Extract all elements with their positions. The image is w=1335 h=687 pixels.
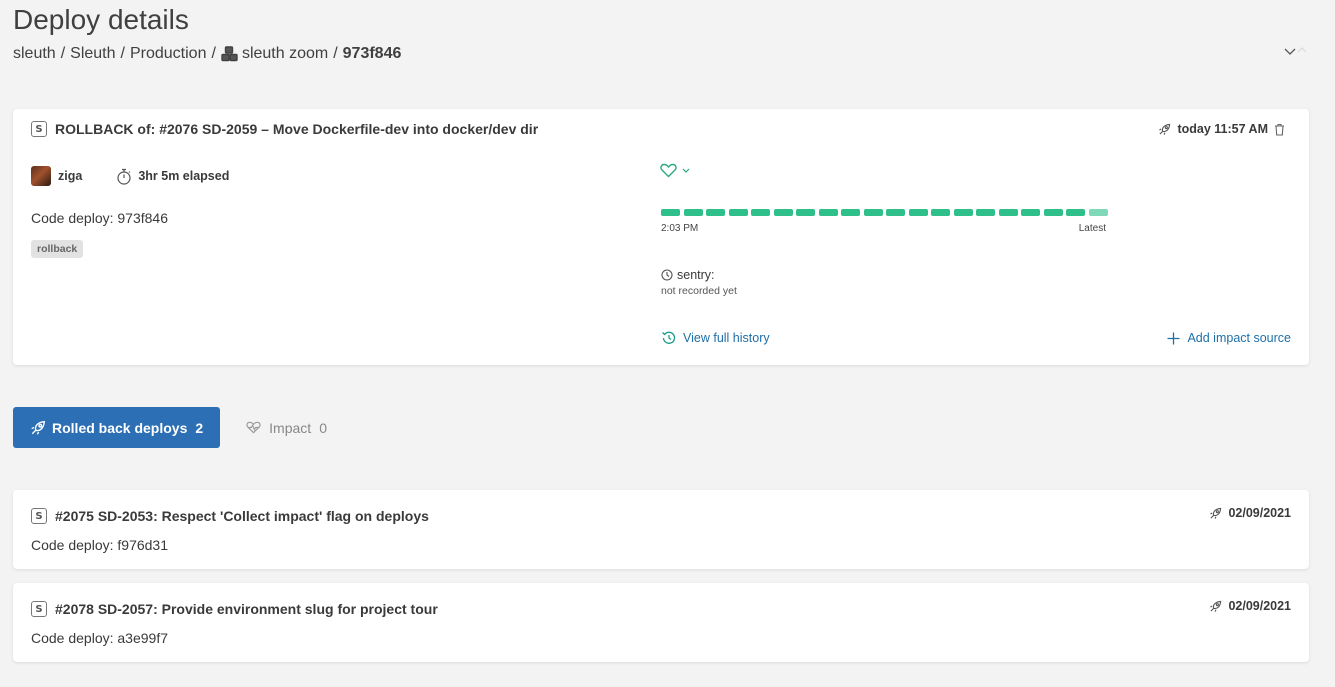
- breadcrumb-project[interactable]: Sleuth: [70, 45, 115, 63]
- source-badge: S: [31, 121, 47, 137]
- elapsed-label: 3hr 5m elapsed: [138, 169, 230, 183]
- stopwatch-icon: [117, 168, 131, 185]
- breadcrumb-component[interactable]: sleuth zoom: [242, 45, 328, 63]
- deploy-date: today 11:57 AM: [1177, 122, 1268, 136]
- tab-count: 2: [195, 419, 204, 436]
- breadcrumb-separator: /: [120, 45, 125, 62]
- source-badge: S: [31, 601, 47, 617]
- deploy-date-row: 02/09/2021: [1209, 506, 1291, 520]
- timeline-segment[interactable]: [661, 209, 680, 216]
- timeline-segment[interactable]: [863, 209, 883, 216]
- rocket-icon: [1210, 507, 1222, 519]
- timeline-segment[interactable]: [886, 209, 905, 216]
- timeline-segment[interactable]: [998, 209, 1018, 216]
- timeline-segment[interactable]: [841, 209, 860, 216]
- chevron-down-icon: [682, 168, 690, 173]
- tab-label: Impact: [269, 419, 312, 436]
- timeline-segment[interactable]: [908, 209, 928, 216]
- breadcrumb: sleuth / Sleuth / Production / sleuth zo…: [13, 45, 401, 63]
- timeline-segment[interactable]: [818, 209, 838, 216]
- timeline-segment[interactable]: [931, 209, 950, 216]
- deploy-card: S ROLLBACK of: #2076 SD-2059 – Move Dock…: [13, 109, 1309, 365]
- plus-icon: [1167, 332, 1180, 344]
- deploy-title-row: S #2075 SD-2053: Respect 'Collect impact…: [31, 508, 429, 524]
- source-badge: S: [31, 508, 47, 524]
- code-deploy[interactable]: Code deploy: f976d31: [31, 537, 168, 553]
- rocket-icon: [1210, 600, 1222, 612]
- timeline-segment[interactable]: [683, 209, 703, 216]
- heart-icon: [660, 163, 677, 178]
- deploy-title[interactable]: ROLLBACK of: #2076 SD-2059 – Move Docker…: [55, 121, 538, 137]
- history-icon: [662, 331, 676, 344]
- timeline-segment[interactable]: [796, 209, 815, 216]
- code-deploy[interactable]: Code deploy: 973f846: [31, 210, 168, 226]
- timeline-segment[interactable]: [953, 209, 973, 216]
- breadcrumb-org[interactable]: sleuth: [13, 45, 56, 63]
- tab-rolled-back-deploys[interactable]: Rolled back deploys 2: [13, 407, 221, 448]
- timeline-segment[interactable]: [751, 209, 770, 216]
- add-impact-source-label: Add impact source: [1187, 331, 1291, 345]
- health-timeline: [661, 209, 1108, 216]
- deploy-title-row: S #2078 SD-2057: Provide environment slu…: [31, 601, 438, 617]
- timeline-segment[interactable]: [1066, 209, 1085, 216]
- cubes-icon: [221, 46, 238, 62]
- timeline-segment[interactable]: [1021, 209, 1040, 216]
- sentry-status: not recorded yet: [661, 285, 737, 297]
- timeline-segment[interactable]: [976, 209, 995, 216]
- author-row: ziga 3hr 5m elapsed: [31, 166, 229, 186]
- timeline-segment[interactable]: [706, 209, 725, 216]
- deploy-title-row: S ROLLBACK of: #2076 SD-2059 – Move Dock…: [31, 121, 538, 137]
- list-item[interactable]: S #2075 SD-2053: Respect 'Collect impact…: [13, 490, 1309, 569]
- sentry-label: sentry:: [677, 268, 715, 282]
- timeline-segment[interactable]: [1043, 209, 1063, 216]
- trash-icon[interactable]: [1274, 123, 1291, 136]
- clock-icon: [661, 269, 673, 281]
- heart-pulse-icon: [246, 421, 261, 434]
- health-dropdown[interactable]: [660, 163, 692, 178]
- deploy-date-row: 02/09/2021: [1209, 599, 1291, 613]
- elapsed-time: 3hr 5m elapsed: [116, 168, 229, 185]
- deploy-date: 02/09/2021: [1228, 599, 1291, 613]
- timeline-segment[interactable]: [1088, 209, 1108, 216]
- code-deploy[interactable]: Code deploy: a3e99f7: [31, 630, 168, 646]
- deploy-date-row: today 11:57 AM: [1158, 122, 1291, 136]
- deploy-title[interactable]: #2078 SD-2057: Provide environment slug …: [55, 601, 438, 617]
- view-full-history-label: View full history: [683, 331, 770, 345]
- breadcrumb-separator: /: [333, 45, 338, 62]
- avatar: [31, 166, 51, 186]
- list-item[interactable]: S #2078 SD-2057: Provide environment slu…: [13, 583, 1309, 662]
- chevron-down-icon: [1284, 47, 1307, 55]
- breadcrumb-separator: /: [60, 45, 66, 62]
- breadcrumb-environment[interactable]: Production: [130, 45, 207, 63]
- breadcrumb-separator: /: [211, 45, 216, 62]
- deploy-date: 02/09/2021: [1228, 506, 1291, 520]
- sentry-impact: sentry: not recorded yet: [661, 268, 737, 297]
- tab-impact[interactable]: Impact 0: [246, 420, 327, 436]
- tab-label: Rolled back deploys: [52, 419, 188, 436]
- tab-bar: Rolled back deploys 2 Impact 0: [13, 407, 327, 448]
- timeline-segment[interactable]: [728, 209, 748, 216]
- add-impact-source-button[interactable]: Add impact source: [1167, 331, 1291, 345]
- collapse-toggle[interactable]: [1282, 43, 1310, 61]
- timeline-end-label: Latest: [1078, 223, 1106, 234]
- tab-count: 0: [319, 419, 327, 436]
- timeline-start-label: 2:03 PM: [661, 223, 699, 234]
- rocket-icon: [31, 420, 46, 435]
- breadcrumb-sha: 973f846: [342, 45, 402, 62]
- author-name: ziga: [58, 169, 83, 183]
- rocket-icon: [1159, 123, 1171, 135]
- rollback-tag: rollback: [31, 240, 84, 258]
- timeline-segment[interactable]: [773, 209, 793, 216]
- page-title: Deploy details: [13, 4, 189, 35]
- view-full-history-link[interactable]: View full history: [661, 331, 770, 345]
- deploy-title[interactable]: #2075 SD-2053: Respect 'Collect impact' …: [55, 508, 429, 524]
